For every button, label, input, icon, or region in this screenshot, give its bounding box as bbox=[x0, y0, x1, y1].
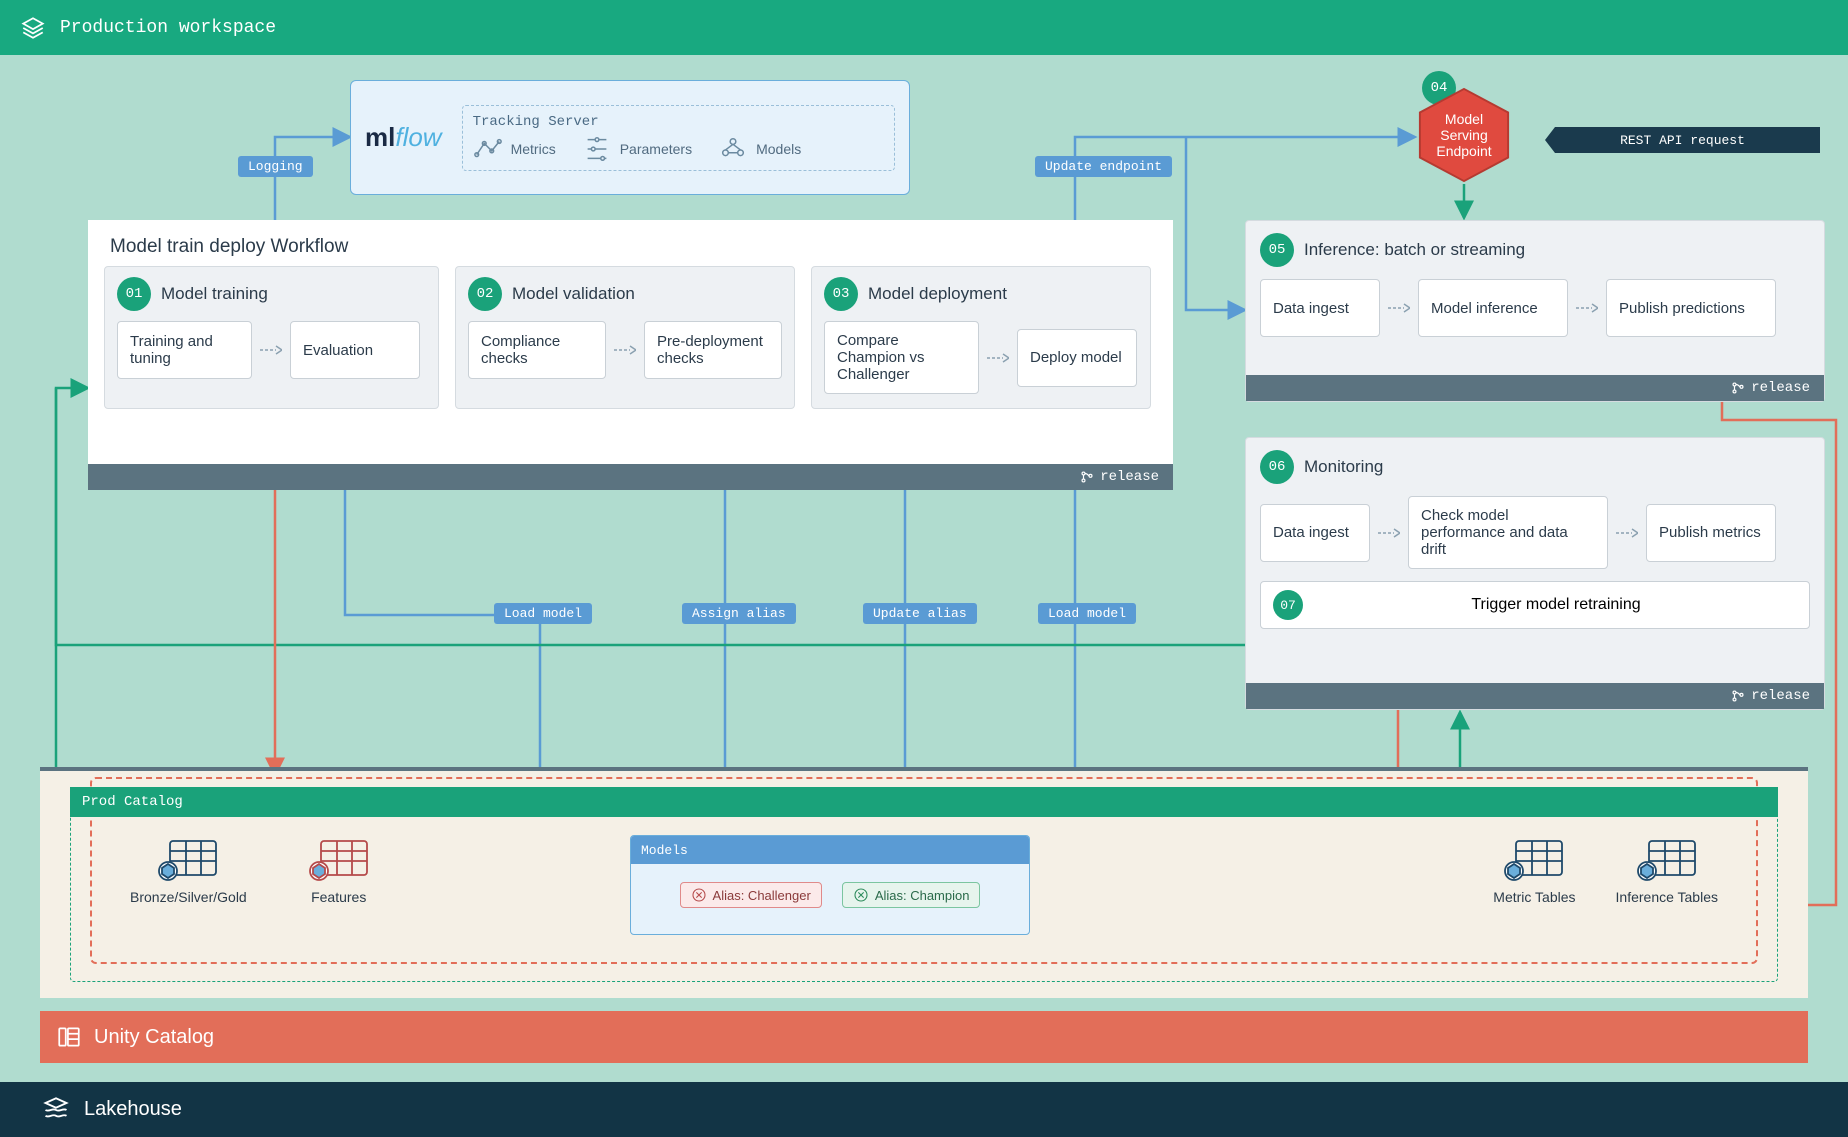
model-icon bbox=[691, 887, 707, 903]
pill-update-alias: Update alias bbox=[863, 603, 977, 624]
release-bar: release bbox=[88, 464, 1173, 490]
table-icon bbox=[1635, 835, 1699, 883]
box-model-inference: Model inference bbox=[1418, 279, 1568, 337]
flow-arrow-icon bbox=[987, 352, 1009, 364]
group-model-training: 01 Model training Training and tuning Ev… bbox=[104, 266, 439, 409]
panel-monitoring: 06 Monitoring Data ingest Check model pe… bbox=[1245, 437, 1825, 710]
metrics-icon bbox=[473, 134, 503, 164]
catalog-metric-tables: Metric Tables bbox=[1493, 835, 1575, 905]
release-bar: release bbox=[1246, 375, 1824, 401]
box-ingest2: Data ingest bbox=[1260, 504, 1370, 562]
tracking-metrics: Metrics bbox=[473, 134, 556, 164]
catalog-inference-tables: Inference Tables bbox=[1616, 835, 1718, 905]
pill-assign-alias: Assign alias bbox=[682, 603, 796, 624]
tracking-server-box: Tracking Server Metrics Parameters Model… bbox=[462, 105, 895, 171]
flow-arrow-icon bbox=[1388, 302, 1410, 314]
box-training-tuning: Training and tuning bbox=[117, 321, 252, 379]
branch-icon bbox=[1080, 470, 1094, 484]
box-predeploy: Pre-deployment checks bbox=[644, 321, 782, 379]
box-check-drift: Check model performance and data drift bbox=[1408, 496, 1608, 569]
box-evaluation: Evaluation bbox=[290, 321, 420, 379]
alias-challenger: Alias: Challenger bbox=[680, 882, 822, 908]
box-ingest: Data ingest bbox=[1260, 279, 1380, 337]
flow-arrow-icon bbox=[1576, 302, 1598, 314]
tracking-parameters: Parameters bbox=[582, 134, 692, 164]
tracking-server-title: Tracking Server bbox=[473, 114, 884, 130]
flow-arrow-icon bbox=[614, 344, 636, 356]
box-compliance: Compliance checks bbox=[468, 321, 606, 379]
num-05: 05 bbox=[1260, 233, 1294, 267]
box-publish-predictions: Publish predictions bbox=[1606, 279, 1776, 337]
catalog-bronze-silver-gold: Bronze/Silver/Gold bbox=[130, 835, 247, 905]
mlflow-logo: mlflow bbox=[365, 122, 442, 153]
pill-logging: Logging bbox=[238, 156, 313, 177]
model-icon bbox=[853, 887, 869, 903]
lakehouse-bar: Lakehouse bbox=[0, 1082, 1848, 1137]
workflow-card: Model train deploy Workflow 01 Model tra… bbox=[88, 220, 1173, 490]
mlflow-panel: mlflow Tracking Server Metrics Parameter… bbox=[350, 80, 910, 195]
tracking-models: Models bbox=[718, 134, 801, 164]
lakehouse-icon bbox=[42, 1096, 70, 1124]
flow-arrow-icon bbox=[1378, 527, 1400, 539]
num-07: 07 bbox=[1273, 590, 1303, 620]
catalog-band: Prod Catalog Bronze/Silver/Gold Features… bbox=[40, 767, 1808, 998]
model-serving-endpoint: Model Serving Endpoint bbox=[1415, 86, 1513, 184]
pill-load-model: Load model bbox=[494, 603, 592, 624]
models-icon bbox=[718, 134, 748, 164]
num-02: 02 bbox=[468, 277, 502, 311]
rest-api-request: REST API request bbox=[1545, 127, 1820, 153]
catalog-features: Features bbox=[307, 835, 371, 905]
num-03: 03 bbox=[824, 277, 858, 311]
flow-arrow-icon bbox=[260, 344, 282, 356]
box-publish-metrics: Publish metrics bbox=[1646, 504, 1776, 562]
pill-load-model-2: Load model bbox=[1038, 603, 1136, 624]
num-01: 01 bbox=[117, 277, 151, 311]
workspace-title: Production workspace bbox=[60, 18, 276, 38]
trigger-retraining-bar: 07 Trigger model retraining bbox=[1260, 581, 1810, 629]
table-icon bbox=[156, 835, 220, 883]
catalog-icon bbox=[56, 1024, 82, 1050]
serving-label: Model Serving Endpoint bbox=[1415, 86, 1513, 184]
pill-update-endpoint: Update endpoint bbox=[1035, 156, 1172, 177]
models-panel: Models Alias: Challenger Alias: Champion bbox=[630, 835, 1030, 935]
branch-icon bbox=[1731, 689, 1745, 703]
box-compare: Compare Champion vs Challenger bbox=[824, 321, 979, 394]
unity-catalog-bar: Unity Catalog bbox=[40, 1011, 1808, 1063]
branch-icon bbox=[1731, 381, 1745, 395]
parameters-icon bbox=[582, 134, 612, 164]
alias-champion: Alias: Champion bbox=[842, 882, 981, 908]
stack-icon bbox=[20, 15, 46, 41]
table-icon bbox=[1502, 835, 1566, 883]
workflow-title: Model train deploy Workflow bbox=[88, 220, 1173, 266]
flow-arrow-icon bbox=[1616, 527, 1638, 539]
table-icon bbox=[307, 835, 371, 883]
prod-catalog-title: Prod Catalog bbox=[70, 787, 1778, 817]
box-deploy: Deploy model bbox=[1017, 329, 1137, 387]
panel-inference: 05 Inference: batch or streaming Data in… bbox=[1245, 220, 1825, 402]
models-header: Models bbox=[631, 836, 1029, 864]
group-model-validation: 02 Model validation Compliance checks Pr… bbox=[455, 266, 795, 409]
group-model-deployment: 03 Model deployment Compare Champion vs … bbox=[811, 266, 1151, 409]
release-bar: release bbox=[1246, 683, 1824, 709]
num-06: 06 bbox=[1260, 450, 1294, 484]
workspace-banner: Production workspace bbox=[0, 0, 1848, 55]
